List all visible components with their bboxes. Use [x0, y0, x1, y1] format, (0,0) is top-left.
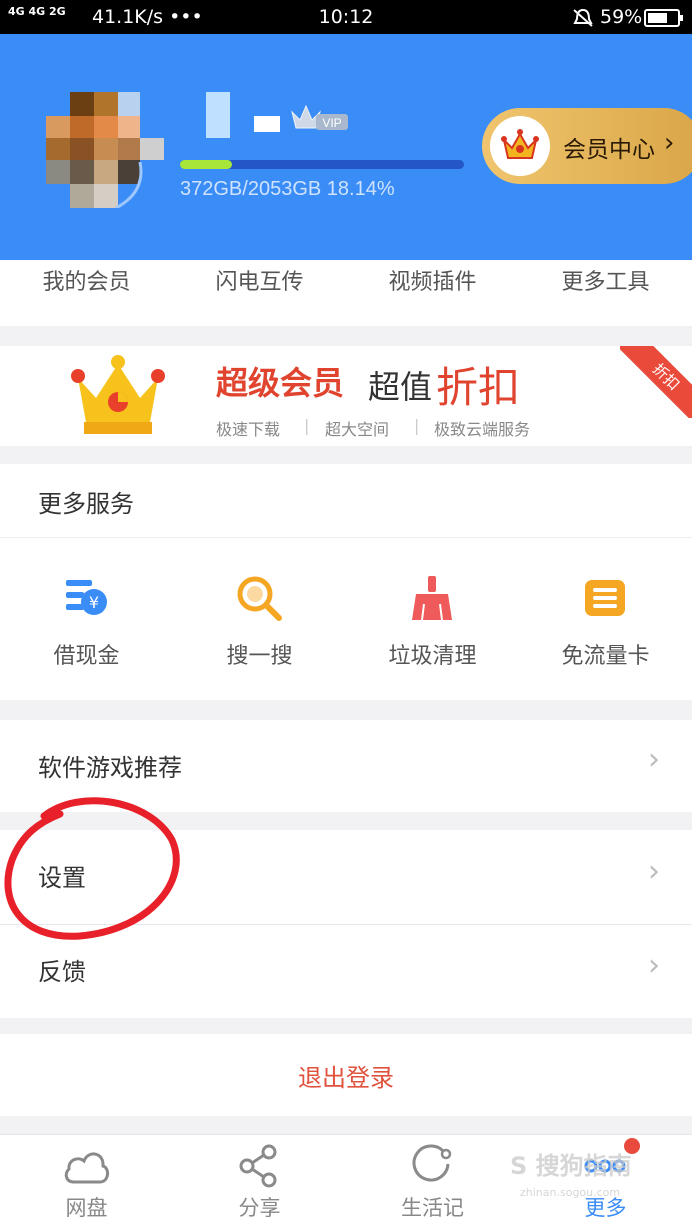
vip-center-label: 会员中心 [563, 137, 655, 163]
chevron-right-icon: › [664, 128, 675, 158]
service-data-card[interactable]: 免流量卡 [519, 638, 692, 670]
service-cash[interactable]: 借现金 [0, 638, 173, 670]
annotation-circle [4, 797, 180, 940]
banner-feature: 极致云端服务 [434, 420, 531, 439]
sim-card-icon [585, 580, 625, 616]
vip-crown-badge-icon: VIP [291, 104, 348, 130]
ribbon-label: 折扣 [620, 346, 692, 418]
quick-tab-my-membership[interactable]: 我的会员 [0, 264, 173, 296]
recommend-label: 软件游戏推荐 [38, 754, 182, 782]
username-blurred [206, 92, 230, 138]
service-search[interactable]: 搜一搜 [173, 638, 346, 670]
logout-button[interactable]: 退出登录 [0, 1058, 692, 1093]
watermark: S 搜狗指南 [510, 1152, 632, 1180]
quick-tab-more-tools[interactable]: 更多工具 [519, 264, 692, 296]
watermark-url: zhinan.sogou.com [520, 1186, 621, 1199]
cash-icon: ¥ [66, 580, 107, 615]
quota-bar-fill [180, 160, 232, 169]
quick-tab-video-plugin[interactable]: 视频插件 [346, 264, 519, 296]
chevron-right-icon: › [648, 742, 660, 777]
battery-percent: 59% [600, 6, 643, 28]
vip-tag: VIP [322, 116, 341, 130]
banner-separator: | [414, 416, 420, 435]
feedback-label[interactable]: 反馈 [38, 952, 86, 987]
svg-text:¥: ¥ [89, 593, 99, 612]
status-bar: 4G 4G 2G 41.1K/s ••• 10:12 59% [0, 0, 692, 34]
divider [0, 537, 692, 538]
chevron-right-icon[interactable]: › [648, 948, 660, 983]
crown-icon [501, 129, 539, 159]
banner-feature: 超大空间 [325, 420, 390, 439]
chevron-right-icon[interactable]: › [648, 854, 660, 889]
tab-share[interactable]: 分享 [173, 1192, 346, 1222]
service-cleanup[interactable]: 垃圾清理 [346, 638, 519, 670]
cloud-icon [64, 1152, 109, 1184]
banner-title: 超级会员 [216, 364, 345, 402]
banner-feature: 极速下载 [216, 420, 281, 439]
search-icon [237, 576, 282, 621]
discount-ribbon: 折扣 [620, 346, 692, 418]
banner-separator: | [304, 416, 310, 435]
quota-text: 372GB/2053GB 18.14% [180, 178, 395, 200]
tab-netdisk[interactable]: 网盘 [0, 1192, 173, 1222]
life-icon [412, 1144, 452, 1182]
banner-subtitle-highlight: 折扣 [436, 363, 521, 412]
tab-life[interactable]: 生活记 [346, 1192, 519, 1222]
user-avatar[interactable] [46, 92, 164, 208]
banner-subtitle: 超值 [368, 368, 433, 406]
share-icon [239, 1144, 277, 1188]
banner-crown-icon [71, 355, 165, 434]
username-blurred-2 [254, 116, 280, 132]
broom-icon [412, 576, 452, 621]
mute-bell-icon [573, 8, 593, 27]
more-services-title: 更多服务 [38, 490, 134, 518]
vip-center-crown-circle [490, 116, 550, 176]
quick-tab-transfer[interactable]: 闪电互传 [173, 264, 346, 296]
battery-icon [644, 9, 683, 27]
